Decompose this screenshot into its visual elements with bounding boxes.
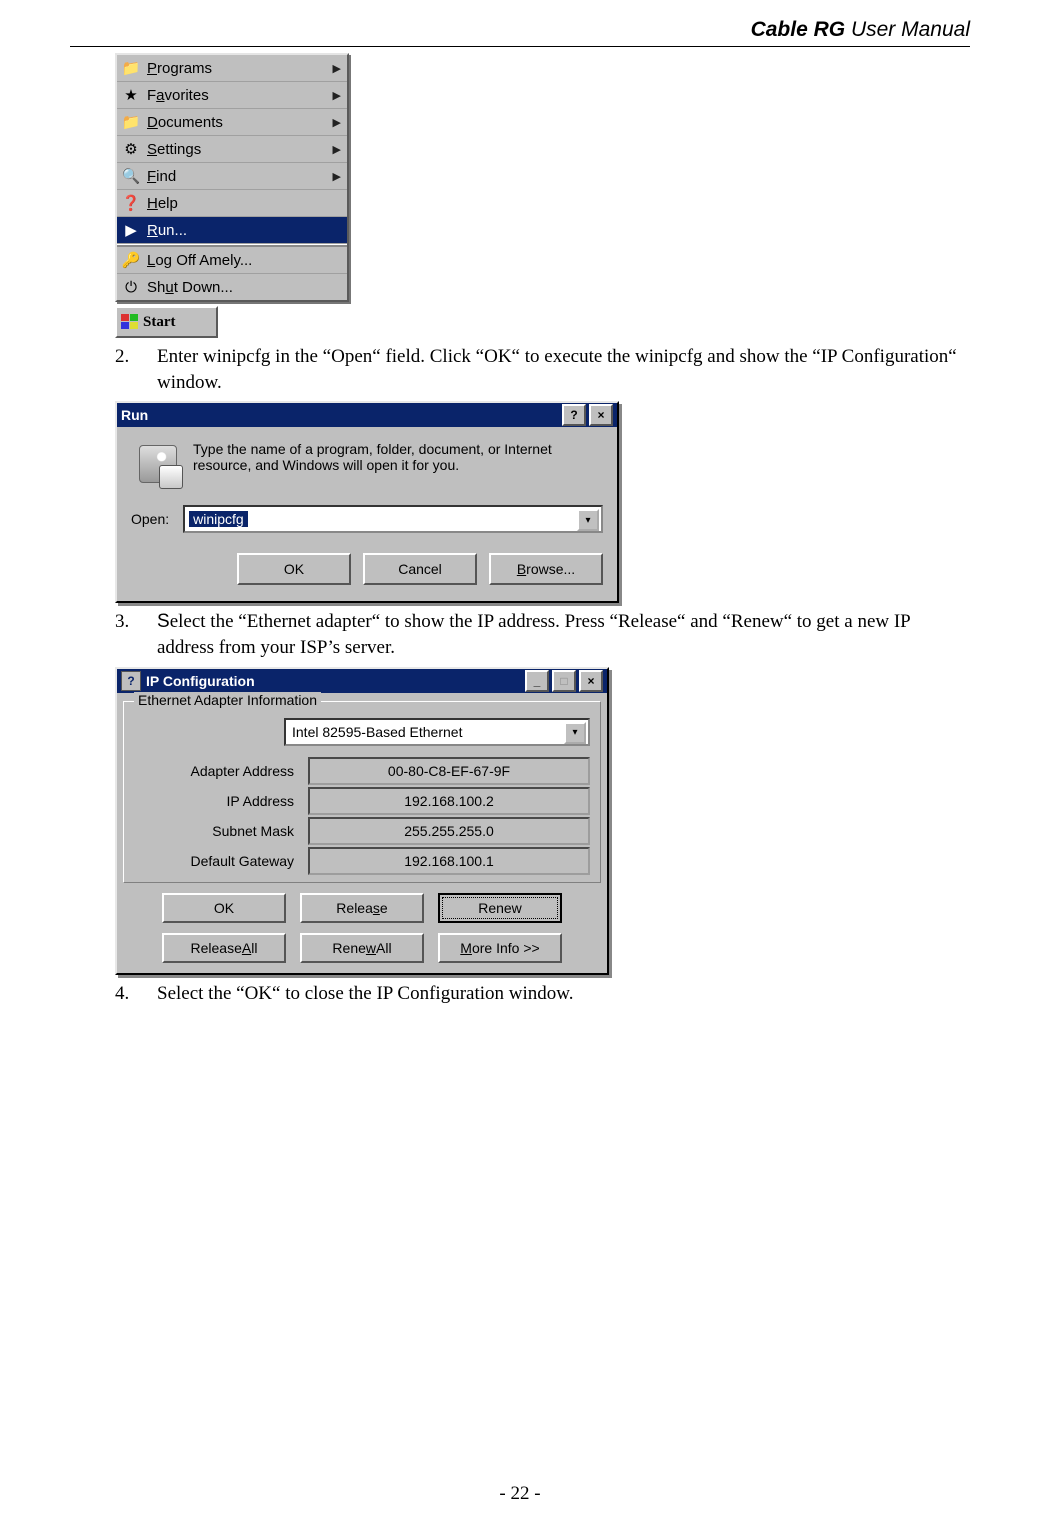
header-rule bbox=[70, 46, 970, 47]
ipconfig-titlebar: ? IP Configuration _ □ × bbox=[117, 669, 607, 693]
documents-icon: 📁 bbox=[121, 113, 141, 131]
start-menu-label: Programs bbox=[147, 60, 212, 77]
find-icon: 🔍 bbox=[121, 167, 141, 185]
help-icon: ❓ bbox=[121, 194, 141, 212]
start-menu-item[interactable]: 🔑 Log Off Amely... bbox=[117, 247, 347, 274]
submenu-arrow-icon: ▶ bbox=[333, 170, 341, 183]
run-title: Run bbox=[121, 407, 148, 423]
start-menu-item[interactable]: ⚙ Settings ▶ bbox=[117, 136, 347, 163]
run-titlebar: Run ? × bbox=[117, 403, 617, 427]
value-default-gateway: 192.168.100.1 bbox=[308, 847, 590, 875]
shutdown-icon: ⏻ bbox=[121, 278, 141, 296]
start-menu-label: Run... bbox=[147, 222, 187, 239]
ok-button[interactable]: OK bbox=[237, 553, 351, 585]
value-ip-address: 192.168.100.2 bbox=[308, 787, 590, 815]
start-menu-label: Favorites bbox=[147, 87, 209, 104]
open-label: Open: bbox=[131, 511, 169, 527]
renew-button[interactable]: Renew bbox=[438, 893, 562, 923]
open-combo[interactable]: winipcfg ▾ bbox=[183, 505, 603, 533]
submenu-arrow-icon: ▶ bbox=[333, 143, 341, 156]
start-menu-label: Help bbox=[147, 195, 178, 212]
renew-all-button[interactable]: Renew All bbox=[300, 933, 424, 963]
label-adapter-address: Adapter Address bbox=[134, 763, 308, 779]
run-message: Type the name of a program, folder, docu… bbox=[193, 441, 603, 473]
start-menu-item[interactable]: ★ Favorites ▶ bbox=[117, 82, 347, 109]
programs-icon: 📁 bbox=[121, 59, 141, 77]
logoff-icon: 🔑 bbox=[121, 251, 141, 269]
release-button[interactable]: Release bbox=[300, 893, 424, 923]
step-text: Enter winipcfg in the “Open“ field. Clic… bbox=[157, 344, 970, 395]
run-dialog: Run ? × Type the name of a program, fold… bbox=[115, 401, 619, 603]
start-menu-item[interactable]: 📁 Programs ▶ bbox=[117, 55, 347, 82]
close-button[interactable]: × bbox=[579, 670, 603, 692]
windows-flag-icon bbox=[121, 314, 139, 330]
submenu-arrow-icon: ▶ bbox=[333, 116, 341, 129]
step-number: 3. bbox=[115, 609, 157, 635]
settings-icon: ⚙ bbox=[121, 140, 141, 158]
cancel-button[interactable]: Cancel bbox=[363, 553, 477, 585]
start-menu-item[interactable]: ❓ Help bbox=[117, 190, 347, 217]
help-button[interactable]: ? bbox=[562, 404, 586, 426]
adapter-combo[interactable]: Intel 82595-Based Ethernet ▾ bbox=[284, 718, 590, 746]
start-button[interactable]: Start bbox=[115, 306, 218, 338]
start-menu-label: Log Off Amely... bbox=[147, 252, 252, 269]
open-value: winipcfg bbox=[189, 511, 248, 527]
value-adapter-address: 00-80-C8-EF-67-9F bbox=[308, 757, 590, 785]
start-menu: 📁 Programs ▶ ★ Favorites ▶ 📁 Documents ▶ ⚙ Setting… bbox=[115, 53, 349, 302]
label-ip-address: IP Address bbox=[134, 793, 308, 809]
start-menu-label: Find bbox=[147, 168, 176, 185]
page-header: Cable RG User Manual bbox=[70, 0, 970, 42]
start-menu-label: Settings bbox=[147, 141, 201, 158]
ok-button[interactable]: OK bbox=[162, 893, 286, 923]
group-label: Ethernet Adapter Information bbox=[134, 692, 321, 708]
minimize-button[interactable]: _ bbox=[525, 670, 549, 692]
maximize-button: □ bbox=[552, 670, 576, 692]
browse-button[interactable]: Browse... bbox=[489, 553, 603, 585]
adapter-value: Intel 82595-Based Ethernet bbox=[292, 724, 462, 740]
step-number: 4. bbox=[115, 981, 157, 1007]
close-button[interactable]: × bbox=[589, 404, 613, 426]
run-icon: ▶ bbox=[121, 221, 141, 239]
value-subnet-mask: 255.255.255.0 bbox=[308, 817, 590, 845]
start-menu-label: Shut Down... bbox=[147, 279, 233, 296]
start-menu-item[interactable]: 🔍 Find ▶ bbox=[117, 163, 347, 190]
step-text: Select the “Ethernet adapter“ to show th… bbox=[157, 609, 970, 660]
favorites-icon: ★ bbox=[121, 86, 141, 104]
start-menu-item[interactable]: ⏻ Shut Down... bbox=[117, 274, 347, 300]
step-text: Select the “OK“ to close the IP Configur… bbox=[157, 981, 574, 1007]
run-icon bbox=[135, 441, 181, 487]
start-button-label: Start bbox=[143, 314, 176, 331]
ipconfig-icon: ? bbox=[121, 671, 141, 691]
chevron-down-icon[interactable]: ▾ bbox=[564, 722, 586, 744]
start-menu-item[interactable]: 📁 Documents ▶ bbox=[117, 109, 347, 136]
more-info-button[interactable]: More Info >> bbox=[438, 933, 562, 963]
label-subnet-mask: Subnet Mask bbox=[134, 823, 308, 839]
submenu-arrow-icon: ▶ bbox=[333, 89, 341, 102]
chevron-down-icon[interactable]: ▾ bbox=[577, 509, 599, 531]
adapter-group: Ethernet Adapter Information Intel 82595… bbox=[123, 701, 601, 883]
submenu-arrow-icon: ▶ bbox=[333, 62, 341, 75]
page-number: - 22 - bbox=[0, 1483, 1040, 1505]
release-all-button[interactable]: Release All bbox=[162, 933, 286, 963]
label-default-gateway: Default Gateway bbox=[134, 853, 308, 869]
ipconfig-dialog: ? IP Configuration _ □ × Ethernet Adapte… bbox=[115, 667, 609, 975]
start-menu-label: Documents bbox=[147, 114, 223, 131]
start-menu-item[interactable]: ▶ Run... bbox=[117, 217, 347, 244]
ipconfig-title: IP Configuration bbox=[146, 673, 255, 689]
step-number: 2. bbox=[115, 344, 157, 370]
